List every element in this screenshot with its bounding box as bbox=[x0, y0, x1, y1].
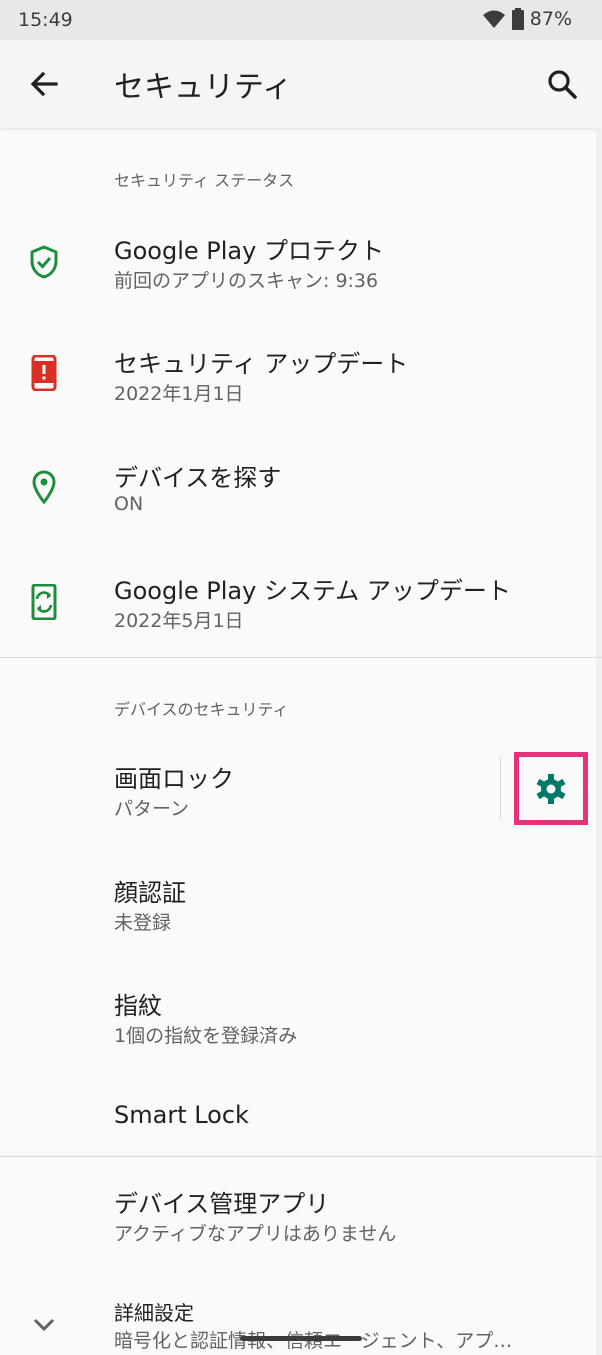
page-title: セキュリティ bbox=[114, 70, 293, 105]
item-subtitle: 未登録 bbox=[114, 912, 172, 934]
list-item-advanced[interactable]: 詳細設定 暗号化と認証情報、信頼エージェント、アプ… bbox=[0, 1290, 602, 1355]
phone-update-icon bbox=[31, 584, 57, 620]
list-item-security-update[interactable]: セキュリティ アップデート 2022年1月1日 bbox=[0, 335, 602, 419]
item-subtitle: パターン bbox=[114, 798, 190, 820]
section-divider bbox=[0, 1156, 602, 1157]
gesture-nav-handle[interactable] bbox=[240, 1336, 362, 1341]
list-item-find-device[interactable]: デバイスを探す ON bbox=[0, 449, 602, 533]
list-item-fingerprint[interactable]: 指紋 1個の指紋を登録済み bbox=[0, 977, 602, 1061]
list-item-system-update[interactable]: Google Play システム アップデート 2022年5月1日 bbox=[0, 562, 602, 646]
item-subtitle: アクティブなアプリはありません bbox=[114, 1223, 397, 1245]
back-arrow-icon[interactable] bbox=[24, 64, 64, 104]
scrollbar[interactable] bbox=[596, 128, 602, 1355]
chevron-down-icon bbox=[33, 1318, 55, 1332]
vertical-divider bbox=[500, 757, 501, 819]
wifi-icon bbox=[482, 10, 505, 28]
item-subtitle: 2022年1月1日 bbox=[114, 383, 244, 405]
screen-lock-settings-button[interactable] bbox=[514, 752, 588, 825]
phone-alert-icon bbox=[31, 355, 57, 391]
location-pin-icon bbox=[32, 470, 56, 505]
item-title: Google Play プロテクト bbox=[114, 237, 384, 265]
list-item-play-protect[interactable]: Google Play プロテクト 前回のアプリのスキャン: 9:36 bbox=[0, 222, 602, 306]
item-title: デバイス管理アプリ bbox=[114, 1190, 330, 1218]
item-subtitle: 前回のアプリのスキャン: 9:36 bbox=[114, 270, 379, 292]
item-title: セキュリティ アップデート bbox=[114, 350, 409, 378]
search-icon[interactable] bbox=[542, 64, 582, 104]
item-title: 詳細設定 bbox=[114, 1301, 194, 1325]
item-title: Google Play システム アップデート bbox=[114, 577, 511, 605]
battery-icon bbox=[511, 8, 524, 30]
list-item-screen-lock[interactable]: 画面ロック パターン bbox=[0, 750, 495, 834]
shield-check-icon bbox=[30, 245, 58, 279]
gear-icon bbox=[536, 773, 566, 804]
status-time: 15:49 bbox=[18, 9, 73, 31]
status-bar: 15:49 87% bbox=[0, 0, 602, 40]
status-icons: 87% bbox=[482, 8, 572, 30]
item-title: デバイスを探す bbox=[114, 464, 282, 492]
app-bar: セキュリティ bbox=[0, 40, 602, 128]
item-subtitle: ON bbox=[114, 493, 144, 515]
section-divider bbox=[0, 657, 602, 658]
item-title: Smart Lock bbox=[114, 1101, 249, 1129]
item-title: 指紋 bbox=[114, 992, 162, 1020]
list-item-device-admin[interactable]: デバイス管理アプリ アクティブなアプリはありません bbox=[0, 1175, 602, 1259]
item-subtitle: 1個の指紋を登録済み bbox=[114, 1025, 298, 1047]
item-title: 画面ロック bbox=[114, 765, 234, 793]
list-item-face-auth[interactable]: 顔認証 未登録 bbox=[0, 864, 602, 948]
item-title: 顔認証 bbox=[114, 879, 186, 907]
list-item-smart-lock[interactable]: Smart Lock bbox=[0, 1086, 602, 1146]
item-subtitle: 2022年5月1日 bbox=[114, 610, 244, 632]
section-header-security-status: セキュリティ ステータス bbox=[114, 171, 295, 190]
battery-percent: 87% bbox=[529, 8, 572, 30]
section-header-device-security: デバイスのセキュリティ bbox=[114, 700, 289, 719]
